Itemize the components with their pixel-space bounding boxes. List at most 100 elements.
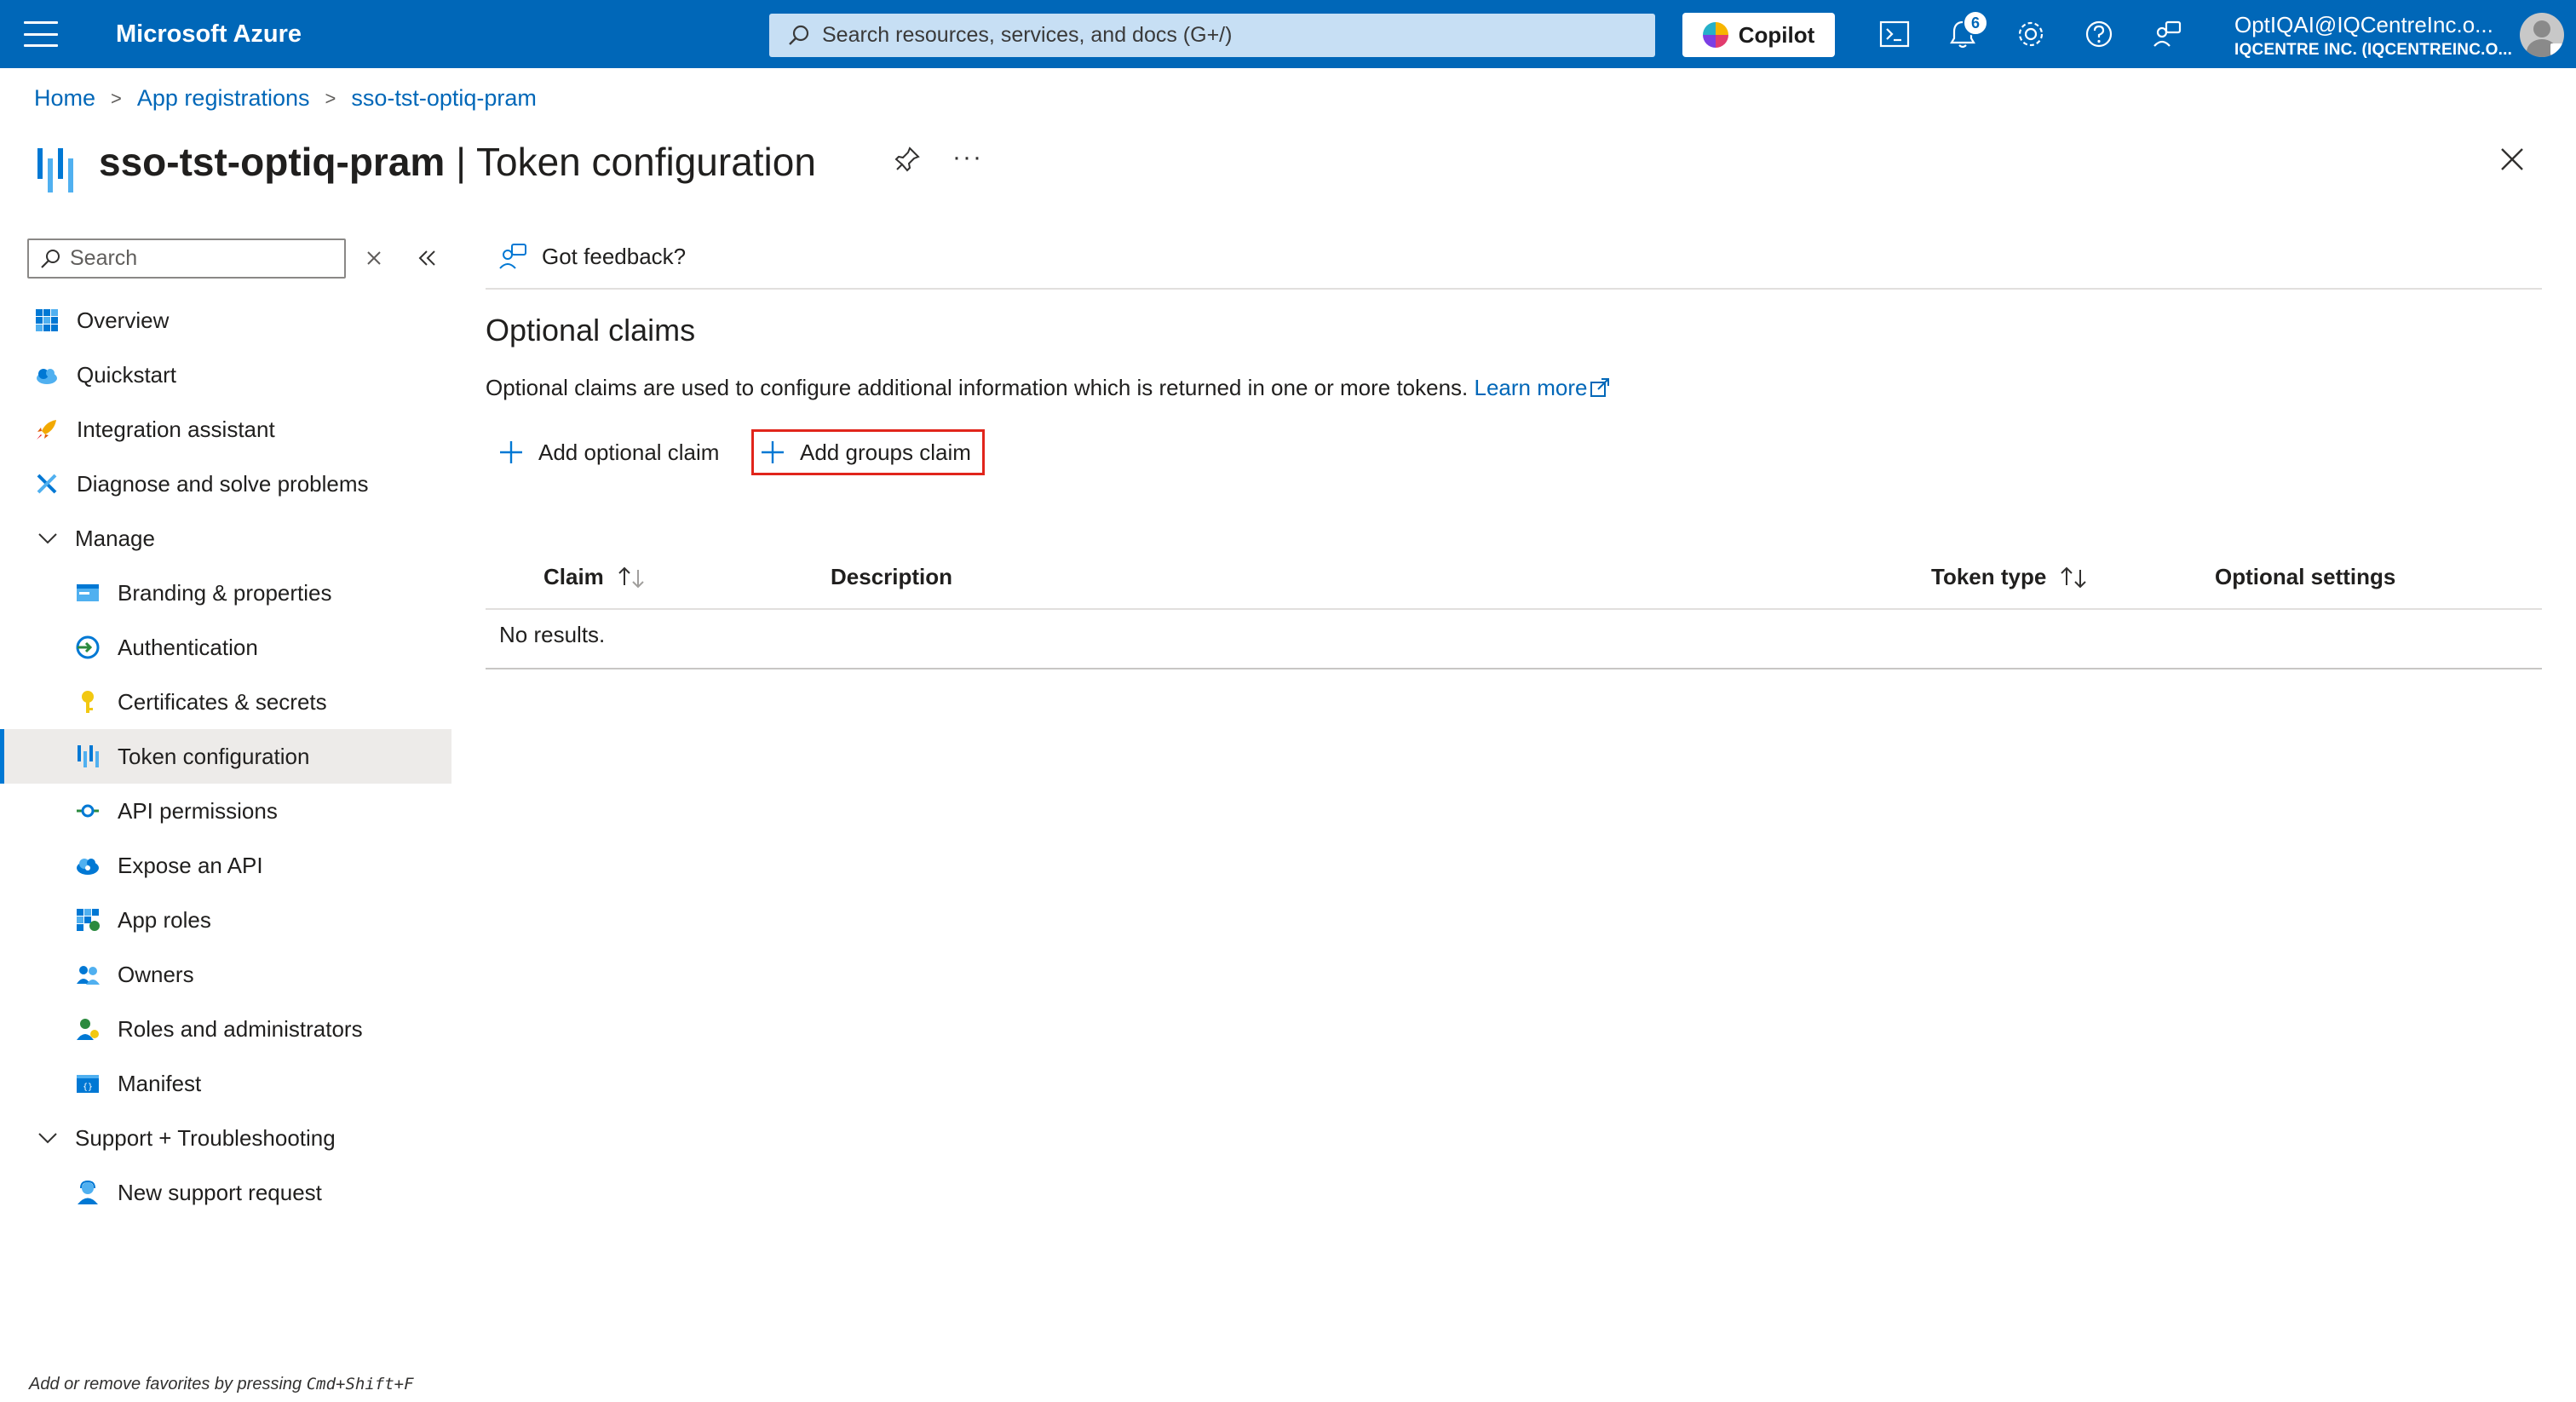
avatar[interactable] [2520, 13, 2564, 57]
nav-item-label: Expose an API [118, 852, 263, 878]
nav-item-label: Diagnose and solve problems [77, 470, 369, 497]
nav-item-owners[interactable]: Owners [0, 947, 451, 1002]
more-options-icon[interactable]: ··· [952, 143, 983, 172]
nav-item-token-configuration[interactable]: Token configuration [0, 729, 451, 784]
cloud-shell-icon[interactable] [1877, 17, 1912, 51]
key-icon [82, 691, 94, 713]
copilot-logo-icon [1702, 22, 1728, 48]
nav-item-overview[interactable]: Overview [0, 293, 451, 348]
column-header-token-type[interactable]: Token type [1931, 564, 2089, 590]
learn-more-label: Learn more [1474, 375, 1588, 400]
svg-text:{}: {} [83, 1083, 93, 1092]
cloud-api-icon [77, 859, 99, 875]
nav-item-new-support-request[interactable]: New support request [0, 1165, 451, 1220]
add-groups-claim-button[interactable]: Add groups claim [751, 429, 985, 475]
sort-icon[interactable] [616, 565, 647, 590]
hamburger-menu-icon[interactable] [24, 21, 58, 47]
copilot-button[interactable]: Copilot [1682, 13, 1835, 57]
account-tenant: IQCENTRE INC. (IQCENTREINC.O... [2234, 41, 2513, 59]
claims-table-body: No results. [486, 610, 2542, 669]
nav-item-label: Certificates & secrets [118, 688, 327, 715]
brand-title[interactable]: Microsoft Azure [116, 17, 302, 51]
nav-item-roles-administrators[interactable]: Roles and administrators [0, 1002, 451, 1056]
feedback-person-icon[interactable] [2150, 17, 2184, 51]
claims-table-header: Claim Description Token type Optional se… [486, 554, 2542, 610]
column-header-optional-settings: Optional settings [2215, 564, 2395, 590]
sort-icon[interactable] [2058, 565, 2089, 590]
settings-gear-icon[interactable] [2014, 17, 2048, 51]
help-icon[interactable] [2082, 17, 2116, 51]
plus-icon [500, 441, 522, 463]
breadcrumb-home[interactable]: Home [34, 85, 95, 112]
nav-item-certificates[interactable]: Certificates & secrets [0, 675, 451, 729]
clear-filter-icon[interactable] [365, 249, 383, 267]
nav-item-app-roles[interactable]: App roles [0, 893, 451, 947]
chevron-down-icon [38, 533, 57, 544]
add-optional-claim-label: Add optional claim [538, 439, 720, 465]
nav-item-label: Quickstart [77, 361, 177, 388]
nav-search-placeholder: Search [70, 246, 138, 270]
nav-item-label: API permissions [118, 797, 278, 824]
search-icon [789, 25, 809, 45]
chevron-down-icon [38, 1133, 57, 1144]
person-role-icon [77, 1019, 99, 1040]
favorites-hint-keys: Cmd+Shift+F [306, 1375, 414, 1393]
global-search-placeholder: Search resources, services, and docs (G+… [822, 23, 1233, 47]
close-icon[interactable] [2498, 145, 2527, 174]
plus-icon [762, 441, 784, 463]
copilot-label: Copilot [1738, 21, 1815, 48]
title-separator: | [445, 140, 477, 184]
nav-item-manifest[interactable]: {} Manifest [0, 1056, 451, 1111]
nav-item-label: Branding & properties [118, 579, 332, 606]
column-header-claim[interactable]: Claim [543, 564, 647, 590]
favorites-hint: Add or remove favorites by pressing Cmd+… [29, 1375, 414, 1394]
nav-search-input[interactable]: Search [27, 238, 346, 279]
got-feedback-button[interactable]: Got feedback? [497, 241, 686, 272]
nav-item-label: Overview [77, 307, 170, 333]
nav-section-label: Support + Troubleshooting [75, 1124, 336, 1151]
add-optional-claim-button[interactable]: Add optional claim [497, 429, 719, 475]
left-nav: Overview Quickstart Integration assistan… [0, 293, 451, 1220]
pin-icon[interactable] [893, 145, 922, 174]
top-bar: Microsoft Azure Search resources, servic… [0, 0, 2576, 68]
section-title: Optional claims [486, 313, 696, 348]
nav-item-quickstart[interactable]: Quickstart [0, 348, 451, 402]
support-person-icon [78, 1180, 98, 1204]
quickstart-cloud-icon [37, 369, 57, 384]
rocket-icon [37, 420, 56, 440]
breadcrumb-app-registrations[interactable]: App registrations [137, 85, 310, 112]
learn-more-link[interactable]: Learn more [1475, 375, 1612, 400]
nav-item-label: New support request [118, 1179, 322, 1205]
chevron-right-icon: > [111, 87, 122, 109]
nav-item-label: Integration assistant [77, 416, 275, 442]
nav-item-label: Authentication [118, 634, 258, 660]
nav-item-expose-api[interactable]: Expose an API [0, 838, 451, 893]
nav-item-label: App roles [118, 906, 211, 933]
nav-item-branding[interactable]: Branding & properties [0, 566, 451, 620]
breadcrumb-app[interactable]: sso-tst-optiq-pram [351, 85, 537, 112]
manifest-icon: {} [77, 1075, 99, 1093]
page-title: sso-tst-optiq-pram | Token configuration [99, 136, 816, 187]
nav-section-support[interactable]: Support + Troubleshooting [0, 1111, 451, 1165]
global-search-input[interactable]: Search resources, services, and docs (G+… [769, 14, 1655, 57]
nav-item-api-permissions[interactable]: API permissions [0, 784, 451, 838]
resource-name: sso-tst-optiq-pram [99, 140, 446, 184]
column-header-label: Optional settings [2215, 564, 2396, 589]
collapse-menu-icon[interactable] [416, 247, 438, 269]
toolbar-divider [486, 288, 2542, 290]
nav-item-integration-assistant[interactable]: Integration assistant [0, 402, 451, 457]
nav-item-authentication[interactable]: Authentication [0, 620, 451, 675]
lock-icon [2550, 43, 2562, 55]
blade-name: Token configuration [476, 140, 816, 184]
nav-item-label: Token configuration [118, 743, 310, 769]
column-header-label: Claim [543, 564, 604, 589]
nav-item-label: Roles and administrators [118, 1015, 363, 1042]
add-groups-claim-label: Add groups claim [800, 439, 971, 465]
no-results-text: No results. [499, 622, 606, 647]
owners-people-icon [77, 966, 100, 985]
favorites-hint-text: Add or remove favorites by pressing [29, 1375, 307, 1393]
column-header-label: Token type [1931, 564, 2047, 589]
nav-item-diagnose[interactable]: Diagnose and solve problems [0, 457, 451, 511]
nav-section-manage[interactable]: Manage [0, 511, 451, 566]
account-info[interactable]: OptIQAI@IQCentreInc.o... IQCENTRE INC. (… [2234, 10, 2512, 61]
